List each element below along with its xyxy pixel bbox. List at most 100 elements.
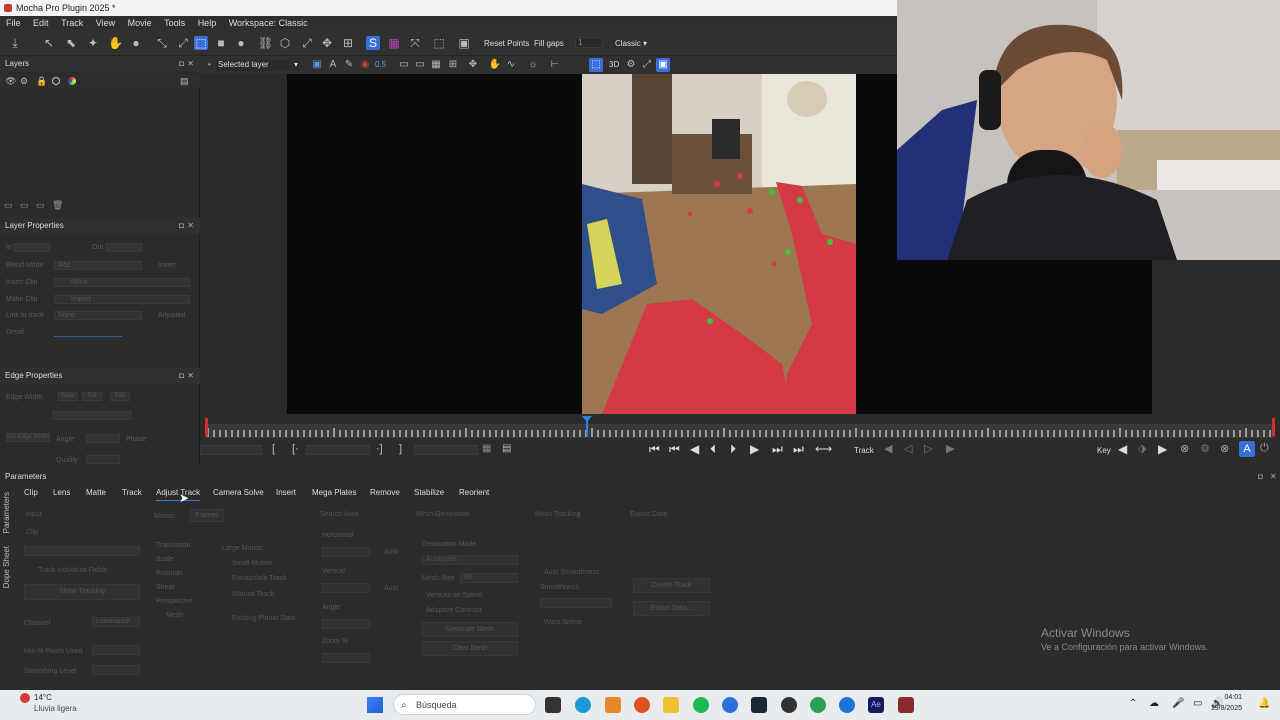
network-icon[interactable]: ▭ [1193, 698, 1202, 709]
workspace-select[interactable]: Classic ▾ [615, 39, 647, 48]
close-icon[interactable]: ✕ [187, 218, 194, 234]
lock-icon[interactable]: 🔒 [36, 76, 47, 87]
menu-tools[interactable]: Tools [164, 18, 185, 28]
clock-date[interactable]: 19/8/2025 [1206, 705, 1242, 712]
tab-matte[interactable]: Matte [86, 486, 106, 500]
move-tool-icon[interactable]: ✥ [320, 36, 334, 50]
out-field[interactable] [106, 243, 142, 252]
render-icon[interactable]: ▣ [656, 58, 670, 72]
track-individual-fields[interactable]: Track Individual Fields [38, 567, 107, 574]
motion-translation[interactable]: Translation [156, 542, 190, 549]
clip-select[interactable] [24, 546, 140, 556]
fit-icon[interactable]: ⬚ [432, 36, 446, 50]
min-pixels-field[interactable] [92, 645, 140, 655]
menu-file[interactable]: File [6, 18, 21, 28]
add-point-icon[interactable]: ✦ [86, 36, 100, 50]
track-forward-icon[interactable]: ▶ [946, 442, 954, 455]
split-view-icon[interactable]: ▭ [413, 58, 427, 72]
zoom-tool-icon[interactable]: ● [129, 36, 143, 50]
track-backward-icon[interactable]: ◀ [884, 442, 892, 455]
layout-icon[interactable]: ▭ [397, 58, 411, 72]
tab-reorient[interactable]: Reorient [459, 486, 489, 500]
adaptive-contrast[interactable]: Adaptive Contrast [426, 607, 482, 614]
view-mode-icon[interactable]: ▣ [310, 58, 324, 72]
camera-icon[interactable]: ▣ [457, 36, 471, 50]
surface-tool-icon[interactable]: S [366, 36, 380, 50]
warp-spline[interactable]: Warp Spline [544, 619, 582, 626]
side-tab-parameters[interactable]: Parameters [2, 492, 11, 533]
grid-tool-icon[interactable]: ⊞ [341, 36, 355, 50]
set-edge-width-button[interactable]: Set Edge Width [6, 433, 50, 442]
generate-mesh-button[interactable]: Generate Mesh [422, 622, 518, 637]
current-frame-field[interactable] [200, 445, 262, 455]
in-point-icon[interactable]: [ [272, 443, 275, 455]
scale-tool-icon[interactable]: ⤢ [300, 36, 314, 50]
track-next-icon[interactable]: ▷ [924, 442, 932, 455]
key-settings-icon[interactable]: ⚙ [1200, 442, 1210, 455]
motion-shear[interactable]: Shear [156, 584, 175, 591]
rectangle-tool-icon[interactable]: ■ [214, 36, 228, 50]
pin-icon[interactable]: ◘ [179, 368, 184, 384]
quad-view-icon[interactable]: ▦ [429, 58, 443, 72]
rotate-tool-icon[interactable]: ⤡ [155, 36, 169, 50]
auto-checkbox-2[interactable]: Auto [384, 585, 398, 592]
next-key-icon[interactable]: ⏭ [772, 442, 783, 457]
menu-workspace[interactable]: Workspace: Classic [229, 18, 308, 28]
timeline[interactable] [200, 414, 1280, 440]
text-overlay-icon[interactable]: A [326, 58, 340, 72]
notification-bell-icon[interactable]: 🔔 [1258, 698, 1270, 709]
smoothness-field[interactable] [540, 598, 612, 608]
mesh-size-field[interactable]: 30 [460, 573, 518, 583]
video-frame[interactable] [582, 74, 856, 414]
frames-button[interactable]: Frames [190, 509, 224, 522]
manual-track[interactable]: Manual Track [232, 591, 274, 598]
cloud-icon[interactable]: ☁ [1149, 698, 1159, 709]
side-tab-dope-sheet[interactable]: Dope Sheet [2, 546, 11, 588]
grid-warp-icon[interactable]: ▦ [387, 36, 401, 50]
prev-keyframe-icon[interactable]: ◀ [1118, 442, 1127, 456]
chrome-alt-icon[interactable] [839, 697, 855, 713]
close-icon[interactable]: ✕ [1270, 470, 1277, 484]
link-select[interactable]: None [54, 311, 142, 320]
sun-icon[interactable]: ☼ [526, 58, 540, 72]
auto-checkbox-1[interactable]: Auto [384, 549, 398, 556]
prev-key-icon[interactable]: ⏮ [669, 442, 680, 457]
set-button[interactable]: Set [82, 392, 102, 401]
go-end-icon[interactable]: ⏭ [793, 442, 804, 457]
reset-points-button[interactable]: Reset Points [484, 39, 529, 48]
task-view-icon[interactable] [545, 697, 561, 713]
smoothing-field[interactable] [92, 665, 140, 675]
tab-clip[interactable]: Clip [24, 486, 38, 500]
mocha-icon[interactable] [898, 697, 914, 713]
new-layer-icon[interactable]: ▭ [4, 200, 13, 211]
color-wheel-icon[interactable] [68, 77, 76, 85]
motion-perspective[interactable]: Perspective [156, 598, 193, 605]
link-tool-icon[interactable]: ⛓ [258, 36, 273, 50]
transform-tool-icon[interactable]: ⤢ [176, 36, 190, 50]
file-explorer-icon[interactable] [663, 697, 679, 713]
go-start-icon[interactable]: ⏮ [649, 442, 660, 457]
power-icon[interactable]: ⏻ [1260, 442, 1269, 455]
edge-value-field[interactable] [52, 411, 132, 420]
motion-scale[interactable]: Scale [156, 556, 174, 563]
save-icon[interactable]: ⤓ [8, 36, 22, 50]
weather-desc[interactable]: Lluvia ligera [34, 704, 77, 713]
cache-icon[interactable]: ▦ [482, 443, 491, 454]
menu-track[interactable]: Track [61, 18, 83, 28]
zoom-field[interactable] [322, 653, 370, 663]
app-blue-icon[interactable] [722, 697, 738, 713]
edge-icon[interactable] [575, 697, 591, 713]
bake-button[interactable]: Bake [58, 392, 78, 401]
track-prev-icon[interactable]: ◁ [904, 442, 912, 455]
clear-mesh-button[interactable]: Clear Mesh [422, 641, 518, 656]
select-tool-icon[interactable]: ↖ [42, 36, 56, 50]
magnetic-tool-icon[interactable]: ⬡ [278, 36, 292, 50]
in-field[interactable] [14, 243, 50, 252]
pin-icon[interactable]: ◘ [179, 56, 184, 72]
large-motion-radio[interactable]: Large Motion [222, 545, 263, 552]
tab-mega-plates[interactable]: Mega Plates [312, 486, 356, 500]
export-data-button[interactable]: Export Data... [633, 601, 710, 616]
next-keyframe-icon[interactable]: ▶ [1158, 442, 1167, 456]
curve-icon[interactable]: ∿ [504, 58, 518, 72]
show-tracking-button[interactable]: Show Tracking [24, 584, 140, 600]
